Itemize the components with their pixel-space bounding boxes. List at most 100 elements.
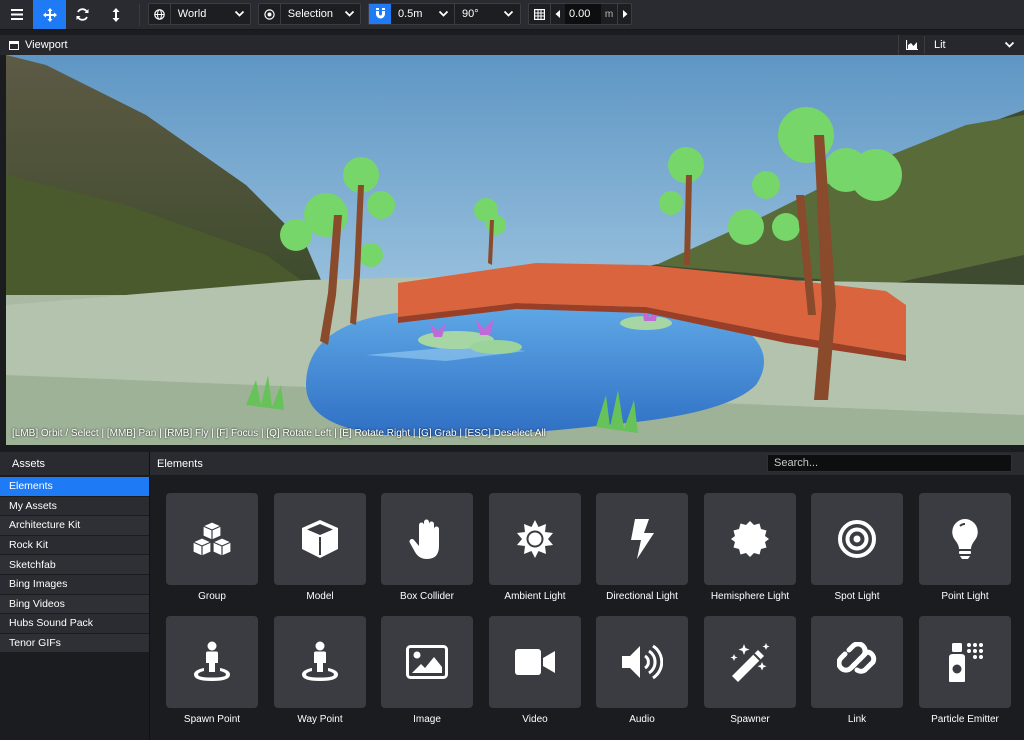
- element-spawn-point[interactable]: Spawn Point: [166, 616, 258, 736]
- chart-area-icon: [905, 40, 918, 50]
- element-label: Way Point: [297, 714, 343, 725]
- hand-icon: [409, 519, 439, 559]
- rotation-snap-value: 90°: [462, 8, 479, 20]
- rotate-tool-button[interactable]: [66, 0, 99, 29]
- toolbar: World Selection 0.5m 90° 0.00 m: [0, 0, 1024, 30]
- scene-viewport[interactable]: [LMB] Orbit / Select | [MMB] Pan | [RMB]…: [6, 55, 1024, 445]
- element-box-collider[interactable]: Box Collider: [381, 493, 473, 613]
- element-label: Point Light: [941, 591, 989, 602]
- element-point-light[interactable]: Point Light: [919, 493, 1011, 613]
- assets-header: Assets: [0, 452, 149, 475]
- element-directional-light[interactable]: Directional Light: [596, 493, 688, 613]
- magic-icon: [730, 643, 770, 682]
- spray-can-icon: [949, 643, 983, 682]
- element-label: Image: [413, 714, 441, 725]
- render-stats-button[interactable]: [898, 35, 924, 55]
- asset-source-sketchfab[interactable]: Sketchfab: [0, 555, 149, 575]
- cubes-icon: [192, 521, 232, 557]
- element-label: Box Collider: [400, 591, 454, 602]
- element-audio[interactable]: Audio: [596, 616, 688, 736]
- element-model[interactable]: Model: [274, 493, 366, 613]
- chevron-down-icon: [234, 10, 245, 17]
- element-label: Group: [198, 591, 226, 602]
- menu-button[interactable]: [0, 0, 33, 29]
- arrows-vertical-icon: [112, 7, 119, 22]
- snap-control[interactable]: 0.5m 90°: [368, 3, 521, 25]
- street-view-icon: [194, 641, 230, 681]
- translation-snap-value: 0.5m: [398, 8, 423, 20]
- viewport-controls-hint: [LMB] Orbit / Select | [MMB] Pan | [RMB]…: [12, 428, 546, 439]
- asset-source-architecture-kit[interactable]: Architecture Kit: [0, 516, 149, 536]
- element-way-point[interactable]: Way Point: [274, 616, 366, 736]
- transform-space-control[interactable]: World: [148, 3, 251, 25]
- menu-icon: [10, 9, 23, 20]
- assets-title: Assets: [12, 457, 46, 470]
- arrows-move-icon: [42, 7, 57, 22]
- element-label: Hemisphere Light: [710, 591, 790, 602]
- element-label: Spawn Point: [183, 714, 241, 725]
- bolt-icon: [631, 519, 654, 559]
- grid-increase-button[interactable]: [617, 4, 631, 24]
- sync-icon: [76, 8, 89, 21]
- viewport-title: Viewport: [25, 39, 68, 51]
- element-video[interactable]: Video: [489, 616, 581, 736]
- element-image[interactable]: Image: [381, 616, 473, 736]
- transform-space-select[interactable]: World: [171, 4, 250, 24]
- element-particle-emitter[interactable]: Particle Emitter: [919, 616, 1011, 736]
- element-label: Spot Light: [834, 591, 880, 602]
- asset-source-elements[interactable]: Elements: [0, 477, 149, 497]
- asset-source-bing-images[interactable]: Bing Images: [0, 574, 149, 595]
- asset-source-tenor-gifs[interactable]: Tenor GIFs: [0, 633, 149, 654]
- window-icon: [9, 40, 19, 50]
- element-label: Ambient Light: [504, 591, 566, 602]
- rotation-snap-select[interactable]: 90°: [455, 4, 519, 24]
- asset-source-hubs-sound-pack[interactable]: Hubs Sound Pack: [0, 614, 149, 634]
- translate-tool-button[interactable]: [33, 0, 66, 29]
- element-label: Model: [306, 591, 334, 602]
- elements-grid: Group Model Box Collider Ambient Light D…: [149, 477, 1024, 740]
- element-label: Directional Light: [606, 591, 678, 602]
- element-hemisphere-light[interactable]: Hemisphere Light: [704, 493, 796, 613]
- caret-left-icon: [555, 10, 560, 18]
- transform-pivot-control[interactable]: Selection: [258, 3, 361, 25]
- render-mode-select[interactable]: Lit: [924, 36, 1020, 54]
- chevron-down-icon: [344, 10, 355, 17]
- grid-unit: m: [604, 8, 614, 20]
- element-group[interactable]: Group: [166, 493, 258, 613]
- cube-icon: [302, 520, 338, 558]
- chevron-down-icon: [1004, 41, 1015, 48]
- scale-tool-button[interactable]: [99, 0, 132, 29]
- element-ambient-light[interactable]: Ambient Light: [489, 493, 581, 613]
- grid-height-input[interactable]: 0.00: [565, 4, 601, 24]
- elements-search-input[interactable]: [767, 454, 1012, 472]
- bullseye-icon: [838, 520, 876, 558]
- assets-list: Elements My Assets Architecture Kit Rock…: [0, 477, 149, 740]
- transform-pivot-value: Selection: [287, 8, 334, 20]
- element-spot-light[interactable]: Spot Light: [811, 493, 903, 613]
- grid-icon: [534, 8, 545, 20]
- element-label: Link: [847, 714, 867, 725]
- element-label: Spawner: [730, 714, 770, 725]
- grid-decrease-button[interactable]: [551, 4, 565, 24]
- caret-right-icon: [622, 10, 627, 18]
- element-link[interactable]: Link: [811, 616, 903, 736]
- element-spawner[interactable]: Spawner: [704, 616, 796, 736]
- transform-space-value: World: [177, 8, 207, 20]
- sun-icon: [517, 520, 553, 558]
- magnet-toggle[interactable]: [369, 4, 391, 24]
- link-icon: [837, 642, 877, 674]
- transform-pivot-select[interactable]: Selection: [281, 4, 360, 24]
- asset-source-my-assets[interactable]: My Assets: [0, 496, 149, 517]
- asset-source-bing-videos[interactable]: Bing Videos: [0, 594, 149, 615]
- image-icon: [406, 645, 448, 679]
- translation-snap-select[interactable]: 0.5m: [391, 4, 455, 24]
- viewport-header: Viewport Lit: [0, 35, 1024, 55]
- asset-source-rock-kit[interactable]: Rock Kit: [0, 535, 149, 556]
- scene-render: [6, 55, 1024, 445]
- certificate-icon: [731, 521, 769, 557]
- grid-toggle[interactable]: [529, 4, 551, 24]
- video-icon: [515, 649, 555, 675]
- magnet-icon: [375, 8, 385, 19]
- lightbulb-icon: [952, 519, 978, 559]
- element-label: Video: [522, 714, 548, 725]
